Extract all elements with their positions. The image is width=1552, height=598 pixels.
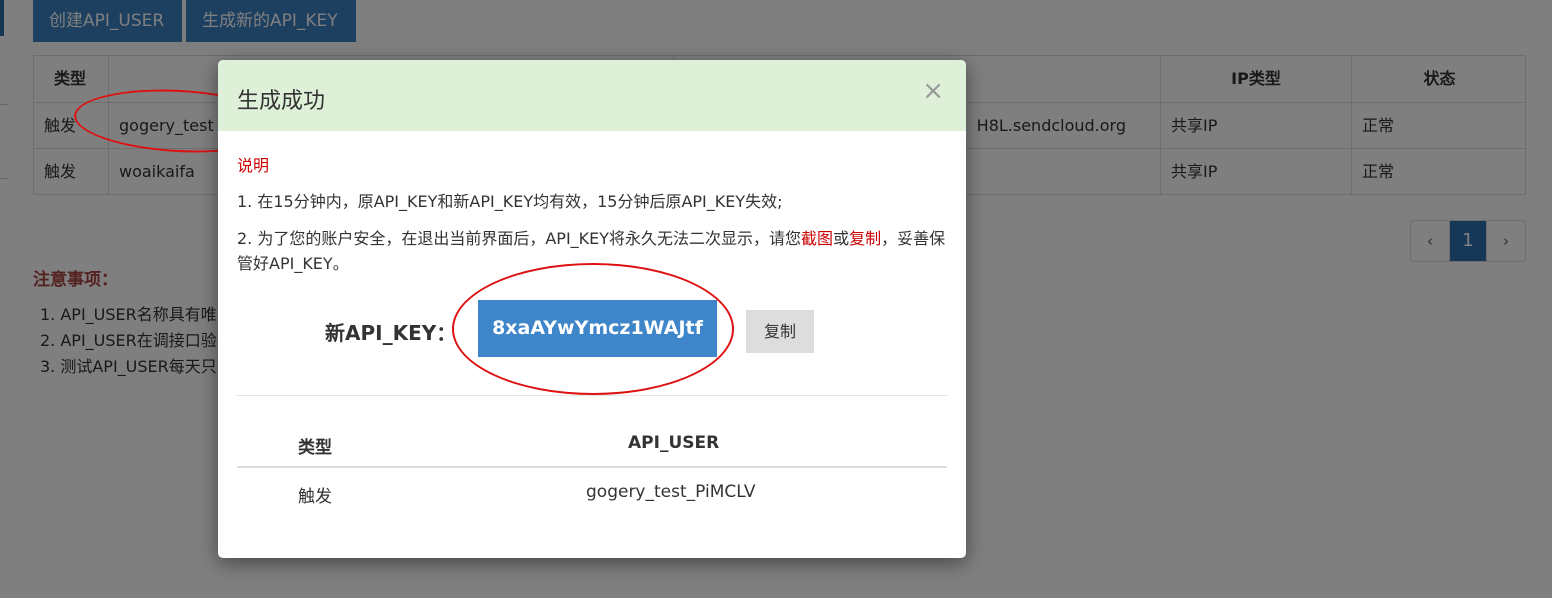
note-item-1: 1. 在15分钟内，原API_KEY和新API_KEY均有效，15分钟后原API… [237, 192, 783, 211]
result-header-type: 类型 [298, 438, 332, 458]
new-api-key-label: 新API_KEY： [325, 321, 457, 345]
modal-divider [237, 395, 947, 396]
note-title: 说明 [237, 156, 270, 175]
result-header-api-user: API_USER [628, 433, 720, 453]
modal-header: 生成成功 × [218, 60, 966, 131]
result-cell-api-user: gogery_test_PiMCLV [586, 482, 756, 502]
note-copy-highlight: 复制 [849, 229, 882, 248]
note-text: 或 [833, 229, 850, 248]
modal-title: 生成成功 [237, 89, 326, 114]
annotation-circle [452, 263, 734, 395]
close-icon[interactable]: × [922, 78, 944, 104]
result-cell-type: 触发 [298, 487, 332, 507]
note-text: 2. 为了您的账户安全，在退出当前界面后，API_KEY将永久无法二次显示，请您 [237, 229, 802, 248]
note-screenshot-highlight: 截图 [801, 229, 834, 248]
result-table-divider [237, 466, 947, 468]
copy-button[interactable]: 复制 [746, 310, 814, 353]
